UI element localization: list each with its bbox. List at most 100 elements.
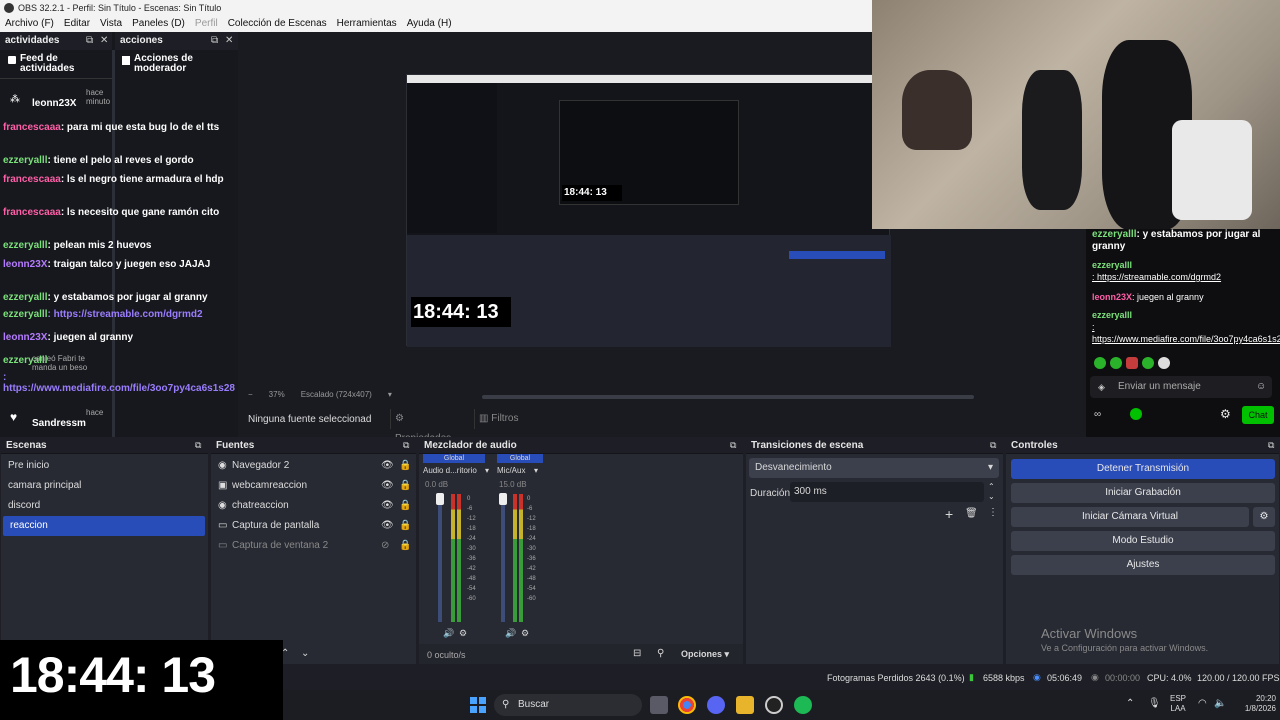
discord-icon[interactable] xyxy=(707,696,725,714)
channel-menu-icon[interactable]: ▾ xyxy=(534,466,538,475)
zoom-out-button[interactable]: − xyxy=(248,390,253,399)
mixer-advanced-icon[interactable]: ⚲ xyxy=(657,648,664,659)
start-recording-button[interactable]: Iniciar Grabación xyxy=(1011,483,1275,503)
speaker-icon[interactable]: 🔊 xyxy=(505,628,516,639)
visibility-eye-icon[interactable]: 👁 xyxy=(381,456,394,476)
mixer-options-button[interactable]: Opciones ▾ xyxy=(681,649,729,660)
volume-slider[interactable] xyxy=(438,494,442,622)
dock-float-icon[interactable]: ⧉ xyxy=(990,440,996,451)
studio-mode-button[interactable]: Modo Estudio xyxy=(1011,531,1275,551)
language-indicator[interactable]: ESP LAA xyxy=(1170,694,1186,714)
visibility-eye-icon[interactable]: 👁 xyxy=(381,496,394,516)
menu-ayuda[interactable]: Ayuda (H) xyxy=(407,16,452,32)
dock-close-icon[interactable]: ✕ xyxy=(100,32,108,50)
start-virtual-camera-button[interactable]: Iniciar Cámara Virtual xyxy=(1011,507,1249,527)
menu-editar[interactable]: Editar xyxy=(64,16,90,32)
source-item[interactable]: ▭ Captura de pantalla 👁 🔒 xyxy=(211,516,416,536)
transition-select[interactable]: Desvanecimiento ▾ xyxy=(749,458,999,478)
emote-icon[interactable] xyxy=(1126,357,1138,369)
channel-settings-icon[interactable]: ⚙ xyxy=(521,628,529,639)
menu-archivo[interactable]: Archivo (F) xyxy=(5,16,54,32)
add-transition-icon[interactable]: + xyxy=(945,506,953,522)
filter-icon: ▥ xyxy=(479,413,489,424)
dock-close-icon[interactable]: ✕ xyxy=(225,32,233,50)
stream-time: 05:06:49 xyxy=(1047,673,1083,683)
preview-area[interactable]: 18:44: 13 18:44: 13 − 37% Escalado (724x… xyxy=(238,0,1280,444)
lock-icon[interactable]: 🔒 xyxy=(399,476,411,496)
scene-item-reaccion[interactable]: reaccion xyxy=(3,516,205,536)
emote-icon[interactable] xyxy=(1158,357,1170,369)
dock-float-icon[interactable]: ⧉ xyxy=(195,440,201,451)
dock-float-icon[interactable]: ⧉ xyxy=(730,440,736,451)
more-options-icon[interactable]: ⋮ xyxy=(988,507,998,518)
lock-icon[interactable]: 🔒 xyxy=(399,496,411,516)
menu-vista[interactable]: Vista xyxy=(100,16,122,32)
channel-menu-icon[interactable]: ▾ xyxy=(485,466,489,475)
virtual-camera-settings-icon[interactable]: ⚙ xyxy=(1253,507,1275,527)
chat-bits-icon[interactable]: ◈ xyxy=(1098,382,1105,393)
spotify-icon[interactable] xyxy=(794,696,812,714)
move-down-icon[interactable]: ⌄ xyxy=(301,648,309,659)
duration-input[interactable]: 300 ms xyxy=(790,482,984,502)
redeem-note: canjeó Fabri te manda un beso xyxy=(32,354,88,372)
clock-tray[interactable]: 20:20 1/8/2026 xyxy=(1230,694,1276,714)
preview-scrollbar[interactable] xyxy=(482,395,974,399)
task-view-icon[interactable] xyxy=(650,696,668,714)
mic-icon[interactable]: 🎙 xyxy=(1148,698,1161,709)
emote-icon[interactable] xyxy=(1094,357,1106,369)
lock-icon[interactable]: 🔒 xyxy=(399,536,411,556)
file-explorer-icon[interactable] xyxy=(736,696,754,714)
chat-settings-icon[interactable]: ⚙ xyxy=(1220,407,1231,421)
menu-paneles[interactable]: Paneles (D) xyxy=(132,16,185,32)
duration-stepper[interactable]: ⌃ ⌄ xyxy=(988,482,995,502)
dock-float-icon[interactable]: ⧉ xyxy=(86,32,93,50)
emote-icon[interactable] xyxy=(1142,357,1154,369)
volume-slider[interactable] xyxy=(501,494,505,622)
visibility-eye-icon[interactable]: 👁 xyxy=(381,516,394,536)
lock-icon[interactable]: 🔒 xyxy=(399,456,411,476)
start-icon[interactable] xyxy=(470,697,486,713)
remove-transition-icon[interactable]: 🗑 xyxy=(965,508,978,519)
taskbar-search[interactable]: ⚲ Buscar xyxy=(494,694,642,716)
scene-item-camara-principal[interactable]: camara principal xyxy=(1,476,208,496)
controls-title: Controles xyxy=(1006,438,1279,454)
scene-item-pre-inicio[interactable]: Pre inicio xyxy=(1,456,208,476)
source-item[interactable]: ▣ webcamreaccion 👁 🔒 xyxy=(211,476,416,496)
visibility-eye-icon[interactable]: 👁 xyxy=(381,476,394,496)
hidden-eye-icon[interactable]: ⊘ xyxy=(381,536,389,556)
scene-item-discord[interactable]: discord xyxy=(1,496,208,516)
dock-float-icon[interactable]: ⧉ xyxy=(403,440,409,451)
chrome-icon[interactable] xyxy=(678,696,696,714)
source-item[interactable]: ▭ Captura de ventana 2 ⊘ 🔒 xyxy=(211,536,416,556)
channel-points-icon[interactable]: ∞ xyxy=(1094,409,1101,420)
channel-settings-icon[interactable]: ⚙ xyxy=(459,628,467,639)
properties-button[interactable]: ⚙ Propiedades xyxy=(390,409,460,444)
volume-handle[interactable] xyxy=(436,493,444,505)
emote-picker-icon[interactable]: ☺ xyxy=(1256,381,1266,392)
obs-taskbar-icon[interactable] xyxy=(765,696,783,714)
menu-perfil[interactable]: Perfil xyxy=(195,16,218,32)
wifi-icon[interactable]: ◠ xyxy=(1198,698,1207,709)
community-icon[interactable] xyxy=(1130,408,1142,420)
scale-dropdown-icon[interactable]: ▾ xyxy=(388,390,392,399)
chat-send-button[interactable]: Chat xyxy=(1242,406,1274,424)
dock-float-icon[interactable]: ⧉ xyxy=(1268,440,1274,451)
volume-handle[interactable] xyxy=(499,493,507,505)
dock-float-icon[interactable]: ⧉ xyxy=(211,32,218,50)
emote-icon[interactable] xyxy=(1110,357,1122,369)
source-item[interactable]: ◉ Navegador 2 👁 🔒 xyxy=(211,456,416,476)
speaker-icon[interactable]: 🔊 xyxy=(443,628,454,639)
menu-coleccion-escenas[interactable]: Colección de Escenas xyxy=(228,16,327,32)
settings-button[interactable]: Ajustes xyxy=(1011,555,1275,575)
tray-chevron-icon[interactable]: ⌃ xyxy=(1126,698,1134,709)
volume-icon[interactable]: 🔈 xyxy=(1214,698,1226,709)
filters-button[interactable]: ▥ Filtros xyxy=(474,409,526,429)
source-item[interactable]: ◉ chatreaccion 👁 🔒 xyxy=(211,496,416,516)
mixer-layout-icon[interactable]: ⊟ xyxy=(633,648,641,659)
meter-scale: 0 -6 -12 -18 -24 -30 -36 -42 -48 -54 -60 xyxy=(527,496,536,602)
lock-icon[interactable]: 🔒 xyxy=(399,516,411,536)
language-variant: LAA xyxy=(1170,704,1186,713)
chat-input[interactable]: Enviar un mensaje xyxy=(1090,376,1272,398)
stop-stream-button[interactable]: Detener Transmisión xyxy=(1011,459,1275,479)
menu-herramientas[interactable]: Herramientas xyxy=(337,16,397,32)
